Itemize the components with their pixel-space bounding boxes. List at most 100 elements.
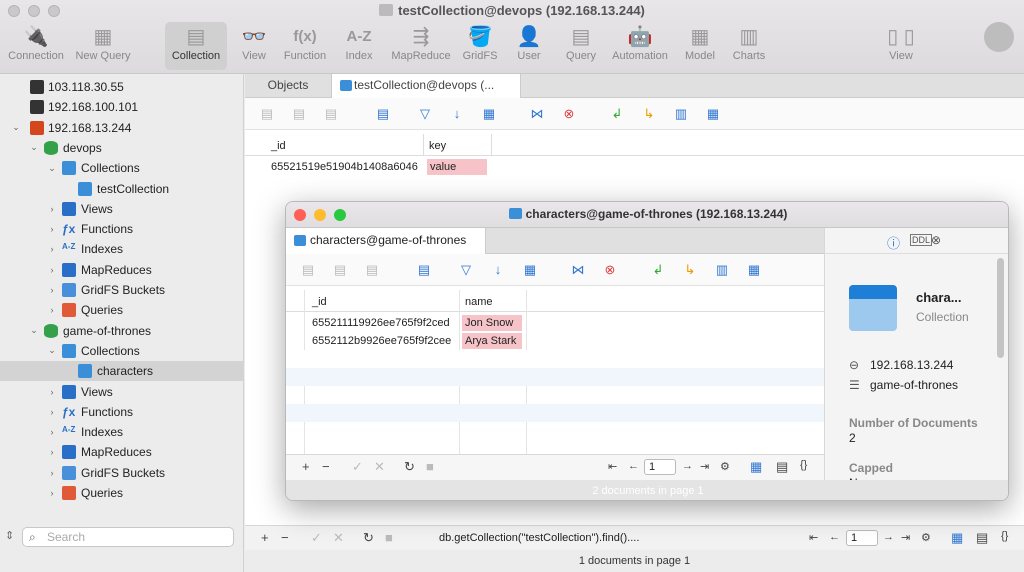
apply-button[interactable]: ✓ — [311, 530, 322, 546]
refresh-icon[interactable]: ↻ — [363, 530, 374, 546]
toolbar-collection-button[interactable]: ▤ Collection — [165, 22, 227, 70]
toolbar-user-button[interactable]: 👤 User — [507, 22, 551, 70]
scrollbar[interactable] — [997, 258, 1004, 358]
toolbar-newquery-button[interactable]: ▦ New Query — [70, 22, 136, 70]
grid-view-icon[interactable]: ▦ — [951, 530, 963, 546]
gear-icon[interactable]: ⚙ — [921, 531, 931, 544]
form-view-icon[interactable]: ▤ — [776, 459, 788, 475]
column-key[interactable]: key — [429, 138, 446, 154]
export-icon[interactable]: ↳ — [682, 262, 698, 278]
document-view-icon[interactable]: ▤ — [416, 262, 432, 278]
stop-icon[interactable]: ■ — [385, 530, 393, 545]
chevron-right-icon[interactable]: › — [46, 244, 58, 254]
page-input[interactable]: 1 — [846, 530, 878, 546]
avatar[interactable] — [984, 22, 1014, 52]
chevron-right-icon[interactable]: › — [46, 265, 58, 275]
form-view-icon[interactable]: ▤ — [976, 530, 988, 546]
delete-record-icon[interactable]: ▤ — [364, 262, 380, 278]
chevron-down-icon[interactable]: ⌄ — [10, 122, 22, 133]
grid-view-icon[interactable]: ▦ — [750, 459, 762, 475]
chevron-right-icon[interactable]: › — [46, 204, 58, 214]
sidebar-item-gridfs-buckets[interactable]: › GridFS Buckets — [0, 463, 244, 483]
edit-record-icon[interactable]: ▤ — [291, 106, 307, 122]
grid-icon[interactable]: ▦ — [481, 106, 497, 122]
add-button[interactable]: + — [261, 530, 269, 545]
ddl-icon[interactable]: DDL — [910, 234, 933, 246]
chart-icon[interactable]: ▥ — [714, 262, 730, 278]
import-icon[interactable]: ↲ — [650, 262, 666, 278]
sidebar-item-gridfs-buckets[interactable]: › GridFS Buckets — [0, 280, 244, 300]
toolbar-index-button[interactable]: A-Z Index — [336, 22, 382, 70]
toolbar-query-button[interactable]: ▤ Query — [559, 22, 603, 70]
stats-icon[interactable]: ▦ — [746, 262, 762, 278]
toolbar-view-button[interactable]: 👓 View — [236, 22, 272, 70]
sort-icon[interactable]: ↓ — [449, 106, 465, 122]
column-name[interactable]: name — [465, 294, 493, 310]
venn-icon[interactable]: ⊗ — [931, 233, 941, 247]
chevron-right-icon[interactable]: › — [46, 305, 58, 315]
filter-icon[interactable]: ▽ — [417, 106, 433, 122]
document-view-icon[interactable]: ▤ — [375, 106, 391, 122]
sidebar-item-game-of-thrones[interactable]: ⌄ game-of-thrones — [0, 321, 244, 341]
sidebar-item-views[interactable]: › Views — [0, 199, 244, 219]
remove-button[interactable]: − — [281, 530, 289, 545]
refresh-icon[interactable]: ↻ — [404, 459, 415, 475]
columns-icon[interactable]: ⋈ — [529, 106, 545, 122]
sidebar-item-collections[interactable]: ⌄ Collections — [0, 341, 244, 361]
prev-page-icon[interactable]: ← — [628, 460, 639, 472]
add-record-icon[interactable]: ▤ — [300, 262, 316, 278]
chevron-right-icon[interactable]: › — [46, 488, 58, 498]
info-icon[interactable]: ⓘ — [887, 233, 900, 252]
sidebar-item-functions[interactable]: › ƒx Functions — [0, 219, 244, 239]
sidebar-item-queries[interactable]: › Queries — [0, 483, 244, 503]
toolbar-gridfs-button[interactable]: 🪣 GridFS — [457, 22, 503, 70]
sidebar-item-mapreduces[interactable]: › MapReduces — [0, 260, 244, 280]
next-page-icon[interactable]: → — [883, 531, 894, 543]
last-page-icon[interactable]: ⇥ — [901, 531, 910, 544]
chevron-right-icon[interactable]: › — [46, 407, 58, 417]
toolbar-mapreduce-button[interactable]: ⇶ MapReduce — [389, 22, 453, 70]
table-row[interactable]: 6552112b9926ee765f9f2cee Arya Stark — [286, 332, 824, 350]
search-input[interactable]: ⌕ Search — [22, 527, 234, 547]
chevron-right-icon[interactable]: › — [46, 427, 58, 437]
chart-icon[interactable]: ▥ — [673, 106, 689, 122]
sidebar-item-testcollection[interactable]: testCollection — [0, 179, 244, 199]
grid-icon[interactable]: ▦ — [522, 262, 538, 278]
json-view-icon[interactable]: {} — [800, 459, 807, 471]
chevron-down-icon[interactable]: ⌄ — [28, 142, 40, 153]
sidebar-item-mapreduces[interactable]: › MapReduces — [0, 442, 244, 462]
sidebar-item-192-168-100-101[interactable]: 192.168.100.101 — [0, 97, 244, 117]
sidebar-item-queries[interactable]: › Queries — [0, 300, 244, 320]
chevron-right-icon[interactable]: › — [46, 285, 58, 295]
sidebar-item-views[interactable]: › Views — [0, 382, 244, 402]
sidebar-item-collections[interactable]: ⌄ Collections — [0, 158, 244, 178]
import-icon[interactable]: ↲ — [609, 106, 625, 122]
sidebar-item-characters[interactable]: characters — [0, 361, 244, 382]
remove-button[interactable]: − — [322, 459, 330, 474]
add-record-icon[interactable]: ▤ — [259, 106, 275, 122]
tab-characters[interactable]: characters@game-of-thrones (1... — [286, 228, 486, 272]
toolbar-viewtoggle-button[interactable]: ▯ ▯ View — [868, 22, 934, 70]
toolbar-connection-button[interactable]: 🔌 Connection — [5, 22, 67, 70]
venn-icon[interactable]: ⊗ — [561, 106, 577, 122]
sidebar-item-103-118-30-55[interactable]: 103.118.30.55 — [0, 77, 244, 97]
chevron-down-icon[interactable]: ⌄ — [46, 345, 58, 356]
sidebar-item-indexes[interactable]: › A-Z Indexes — [0, 422, 244, 442]
first-page-icon[interactable]: ⇤ — [809, 531, 818, 544]
sidebar-item-indexes[interactable]: › A-Z Indexes — [0, 239, 244, 259]
tab-testcollection[interactable]: testCollection@devops (... — [331, 74, 521, 98]
filter-icon[interactable]: ▽ — [458, 262, 474, 278]
sort-icon[interactable]: ⇕ — [5, 529, 14, 542]
json-view-icon[interactable]: {} — [1001, 530, 1008, 542]
toolbar-charts-button[interactable]: ▥ Charts — [727, 22, 771, 70]
chevron-down-icon[interactable]: ⌄ — [28, 325, 40, 336]
first-page-icon[interactable]: ⇤ — [608, 460, 617, 473]
column-id[interactable]: _id — [271, 138, 286, 154]
chevron-right-icon[interactable]: › — [46, 468, 58, 478]
table-row[interactable]: 655211119926ee765f9f2ced Jon Snow — [286, 314, 824, 332]
chevron-right-icon[interactable]: › — [46, 224, 58, 234]
chevron-right-icon[interactable]: › — [46, 447, 58, 457]
tab-objects[interactable]: Objects — [245, 74, 331, 98]
toolbar-function-button[interactable]: f(x) Function — [281, 22, 329, 70]
venn-icon[interactable]: ⊗ — [602, 262, 618, 278]
